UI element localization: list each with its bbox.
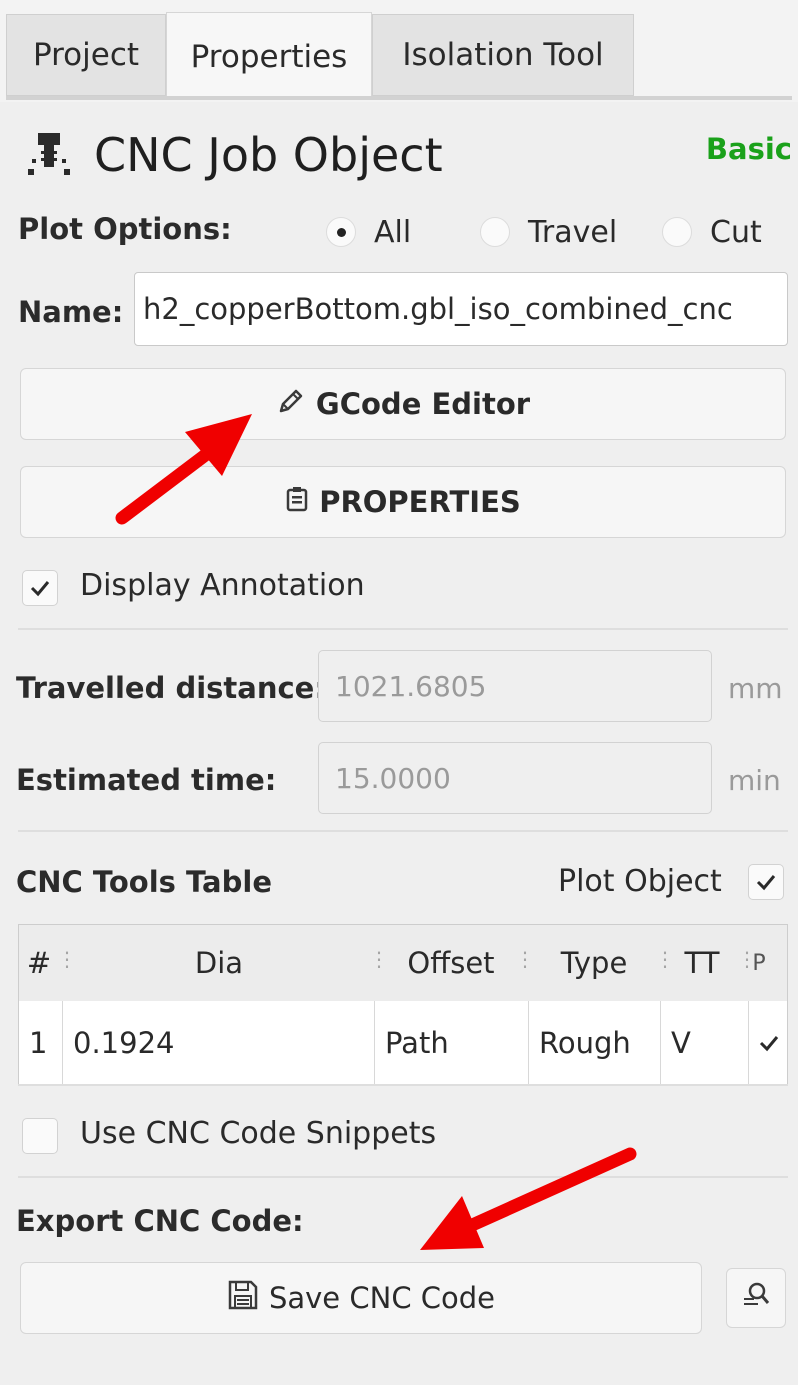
annotation-arrows (115, 414, 637, 1250)
annotation-arrow-gcode (115, 414, 252, 525)
annotation-arrow-save (420, 1147, 637, 1250)
